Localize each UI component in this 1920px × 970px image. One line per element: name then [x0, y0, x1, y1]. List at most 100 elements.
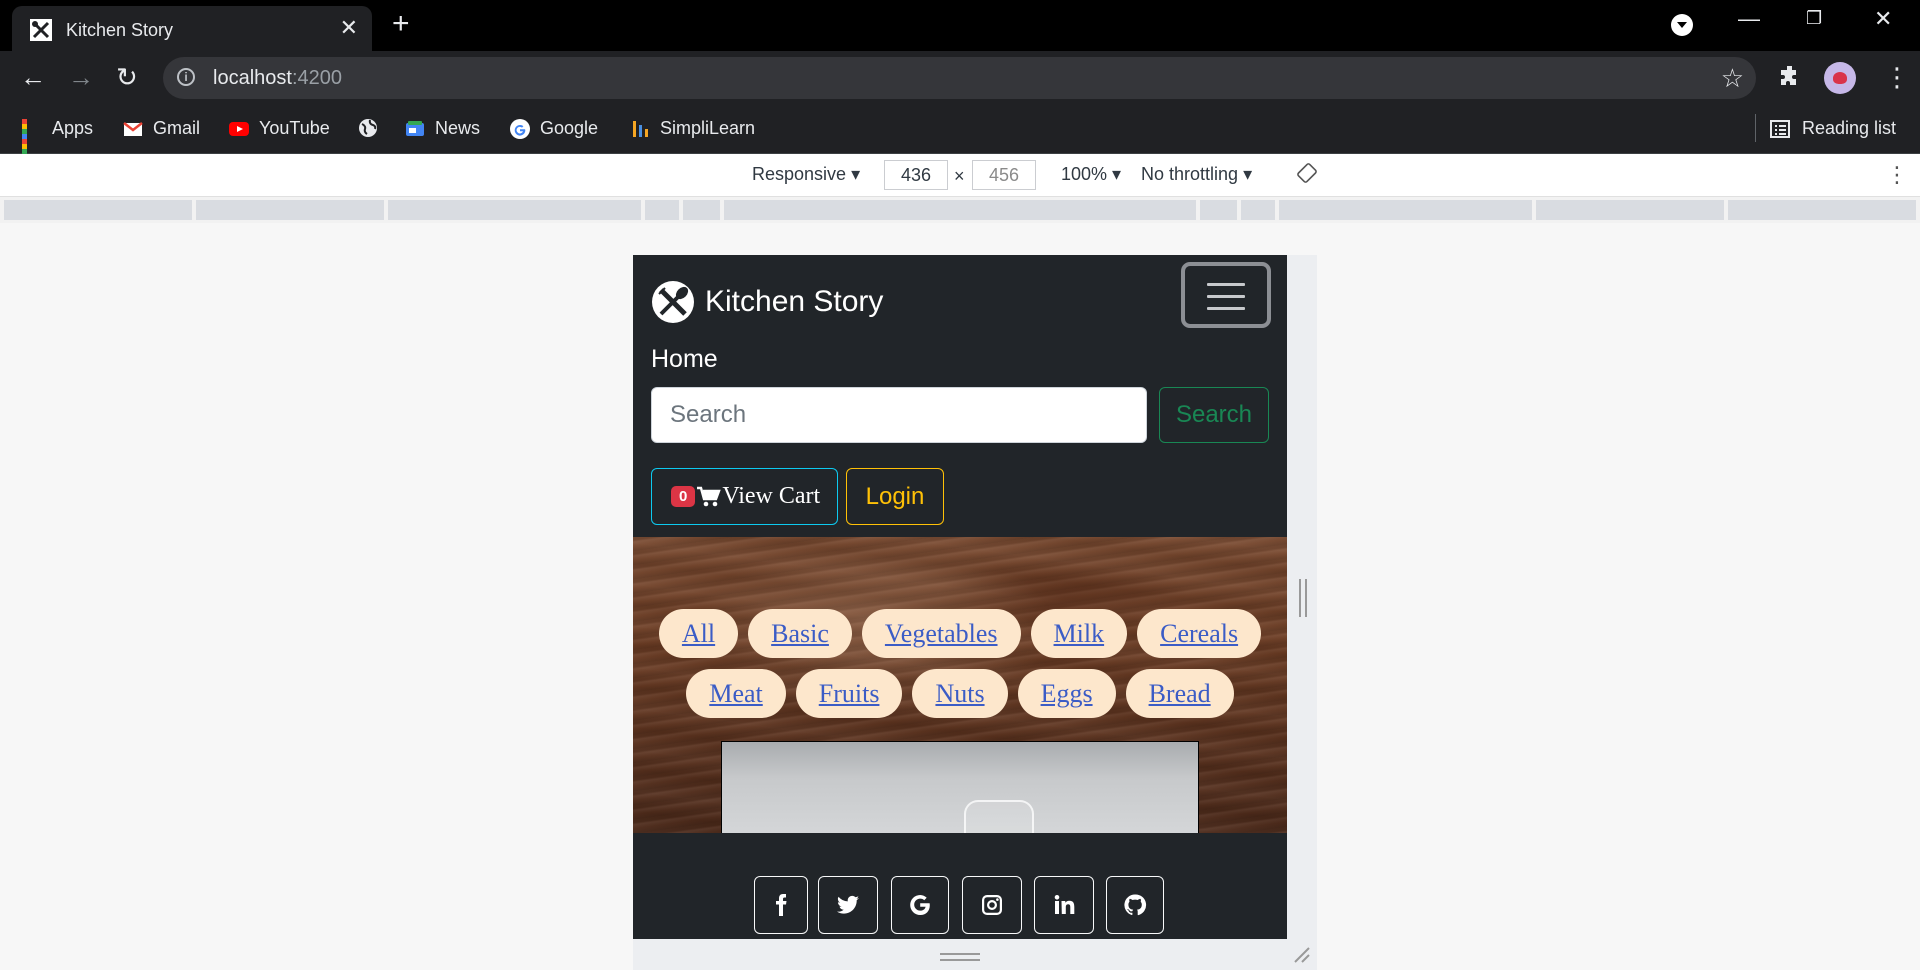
- bookmark-label: Gmail: [153, 118, 201, 138]
- viewport-resize-corner-icon[interactable]: [1293, 946, 1311, 964]
- bookmark-label: News: [435, 118, 481, 138]
- category-link-cereals[interactable]: Cereals: [1137, 609, 1262, 658]
- device-select[interactable]: Responsive ▾: [752, 164, 860, 185]
- bookmark-apps[interactable]: Apps: [22, 118, 94, 164]
- address-bar[interactable]: i localhost:4200 ☆: [163, 57, 1756, 99]
- navbar-toggler-button[interactable]: [1181, 262, 1271, 328]
- news-icon: [406, 120, 424, 136]
- media-query-segment[interactable]: [388, 200, 641, 220]
- nav-home-link[interactable]: Home: [651, 345, 718, 374]
- minimize-icon[interactable]: —: [1738, 6, 1760, 32]
- site-navbar: Kitchen Story Home Search 0 View Cart Lo…: [633, 255, 1287, 537]
- cart-count-badge: 0: [671, 486, 696, 507]
- media-query-segment[interactable]: [645, 200, 679, 220]
- site-footer: [633, 833, 1287, 939]
- category-link-bread[interactable]: Bread: [1125, 669, 1234, 718]
- globe-icon: [359, 119, 377, 137]
- apps-grid-icon: [22, 118, 42, 164]
- kitchen-story-site: Kitchen Story Home Search 0 View Cart Lo…: [633, 255, 1287, 939]
- search-button[interactable]: Search: [1159, 387, 1269, 443]
- media-query-segment[interactable]: [1728, 200, 1916, 220]
- twitter-icon: [837, 895, 859, 914]
- reading-list-label: Reading list: [1802, 118, 1897, 138]
- bookmark-simplilearn[interactable]: SimpliLearn: [630, 118, 755, 139]
- category-link-vegetables[interactable]: Vegetables: [861, 609, 1021, 658]
- rotate-icon[interactable]: [1297, 163, 1317, 183]
- cart-icon: [697, 486, 722, 506]
- viewport-height-input[interactable]: 456: [972, 160, 1036, 190]
- viewport-width-input[interactable]: 436: [884, 160, 948, 190]
- devtools-device-toolbar: Responsive ▾ 436 × 456 100% ▾ No throttl…: [0, 154, 1920, 197]
- media-query-segment[interactable]: [1279, 200, 1532, 220]
- media-query-segment[interactable]: [683, 200, 720, 220]
- browser-toolbar: ← → ↻ i localhost:4200 ☆: [0, 51, 1920, 106]
- tab-search-icon[interactable]: [1671, 14, 1693, 36]
- reading-list-icon: [1770, 119, 1790, 138]
- facebook-button[interactable]: [754, 876, 808, 934]
- category-link-all[interactable]: All: [658, 609, 739, 658]
- linkedin-button[interactable]: [1034, 876, 1094, 934]
- profile-avatar[interactable]: [1824, 62, 1856, 94]
- devtools-more-icon[interactable]: ⋮: [1886, 162, 1908, 188]
- google-button[interactable]: [891, 876, 949, 934]
- category-link-milk[interactable]: Milk: [1030, 609, 1128, 658]
- media-query-segment[interactable]: [1200, 200, 1237, 220]
- media-query-segment[interactable]: [724, 200, 1196, 220]
- category-link-meat[interactable]: Meat: [686, 669, 786, 718]
- hamburger-icon: [1207, 295, 1245, 298]
- browser-tab[interactable]: Kitchen Story ✕: [12, 6, 372, 51]
- login-button[interactable]: Login: [846, 468, 944, 525]
- github-button[interactable]: [1106, 876, 1164, 934]
- media-query-segment[interactable]: [4, 200, 192, 220]
- site-info-icon[interactable]: i: [177, 68, 195, 86]
- view-cart-button[interactable]: 0 View Cart: [651, 468, 838, 525]
- media-query-segment[interactable]: [196, 200, 384, 220]
- category-link-basic[interactable]: Basic: [748, 609, 852, 658]
- media-query-bar: [0, 197, 1920, 223]
- facebook-icon: [776, 894, 787, 916]
- viewport-resize-handle-right[interactable]: [1299, 579, 1307, 617]
- instagram-icon: [982, 895, 1002, 915]
- media-query-segment[interactable]: [1241, 200, 1275, 220]
- url-text: localhost:4200: [213, 67, 342, 89]
- twitter-button[interactable]: [818, 876, 878, 934]
- bookmark-gmail[interactable]: Gmail: [123, 118, 200, 139]
- zoom-select[interactable]: 100% ▾: [1061, 164, 1121, 185]
- search-input[interactable]: [651, 387, 1147, 443]
- browser-tab-strip: Kitchen Story ✕ + — ❐ ✕: [0, 0, 1920, 51]
- browser-menu-icon[interactable]: ⋮: [1884, 62, 1910, 93]
- reading-list-button[interactable]: Reading list: [1770, 118, 1896, 139]
- close-window-icon[interactable]: ✕: [1874, 6, 1892, 32]
- bookmark-youtube[interactable]: YouTube: [229, 118, 330, 139]
- category-link-eggs[interactable]: Eggs: [1017, 669, 1116, 718]
- viewport-resize-handle-bottom[interactable]: [940, 953, 980, 961]
- brand-name: Kitchen Story: [705, 285, 884, 318]
- bookmark-star-icon[interactable]: ☆: [1721, 63, 1744, 94]
- new-tab-icon[interactable]: +: [392, 9, 410, 39]
- gmail-icon: [123, 121, 143, 136]
- category-link-nuts[interactable]: Nuts: [912, 669, 1008, 718]
- github-icon: [1124, 894, 1147, 916]
- bookmark-google[interactable]: Google: [510, 118, 598, 139]
- extensions-icon[interactable]: [1777, 63, 1803, 89]
- brand-link[interactable]: Kitchen Story: [651, 280, 883, 324]
- bookmark-label: Apps: [52, 118, 94, 138]
- bookmark-news[interactable]: News: [405, 118, 480, 139]
- forward-icon[interactable]: →: [68, 63, 94, 91]
- reload-icon[interactable]: ↻: [116, 63, 138, 91]
- back-icon[interactable]: ←: [20, 63, 46, 91]
- instagram-button[interactable]: [962, 876, 1022, 934]
- milk-glass-image: [964, 800, 1034, 833]
- bookmark-globe[interactable]: [358, 118, 388, 138]
- close-tab-icon[interactable]: ✕: [340, 15, 358, 41]
- tab-title: Kitchen Story: [66, 20, 174, 40]
- youtube-icon: [229, 121, 249, 136]
- product-image: [721, 741, 1199, 833]
- bookmark-label: YouTube: [259, 118, 330, 138]
- category-link-fruits[interactable]: Fruits: [795, 669, 903, 718]
- media-query-segment[interactable]: [1536, 200, 1724, 220]
- restore-icon[interactable]: ❐: [1806, 8, 1822, 29]
- throttle-select[interactable]: No throttling ▾: [1141, 164, 1252, 185]
- linkedin-icon: [1054, 895, 1075, 914]
- kitchen-logo-icon: [652, 281, 694, 323]
